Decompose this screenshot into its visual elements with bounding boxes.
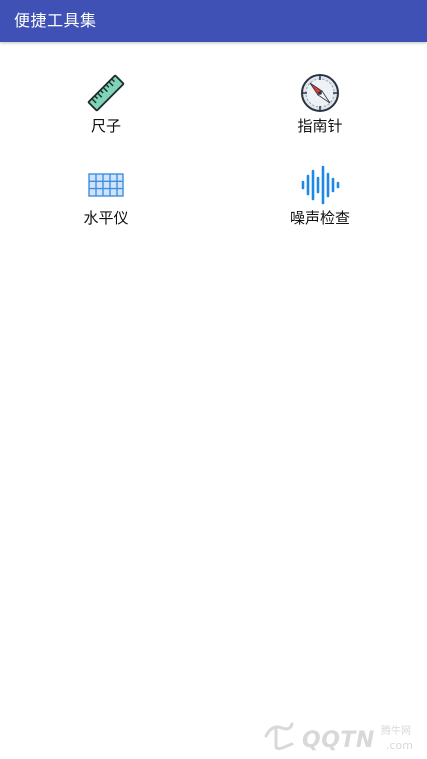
- compass-icon: [301, 74, 339, 112]
- sound-wave-icon: [301, 165, 340, 205]
- tool-ruler-button[interactable]: 尺子: [46, 73, 166, 143]
- level-grid-icon: [88, 173, 124, 197]
- tool-compass-button[interactable]: 指南针: [260, 73, 380, 143]
- tool-level-label: 水平仪: [83, 209, 129, 227]
- watermark-site: 腾牛网: [381, 726, 411, 737]
- watermark-brand: QQTN: [302, 728, 375, 753]
- app-bar: 便捷工具集: [0, 0, 427, 42]
- tool-ruler-label: 尺子: [90, 117, 121, 135]
- tool-noise-button[interactable]: 噪声检查: [260, 165, 380, 235]
- app-title: 便捷工具集: [14, 11, 97, 30]
- tool-noise-label: 噪声检查: [289, 209, 350, 227]
- ruler-icon: [87, 74, 125, 112]
- tool-level-button[interactable]: 水平仪: [46, 165, 166, 235]
- watermark: QQTN 腾牛网 .com: [258, 716, 420, 756]
- tool-compass-label: 指南针: [297, 117, 343, 135]
- qqtn-logo-icon: [264, 722, 294, 751]
- watermark-suffix: .com: [386, 739, 413, 752]
